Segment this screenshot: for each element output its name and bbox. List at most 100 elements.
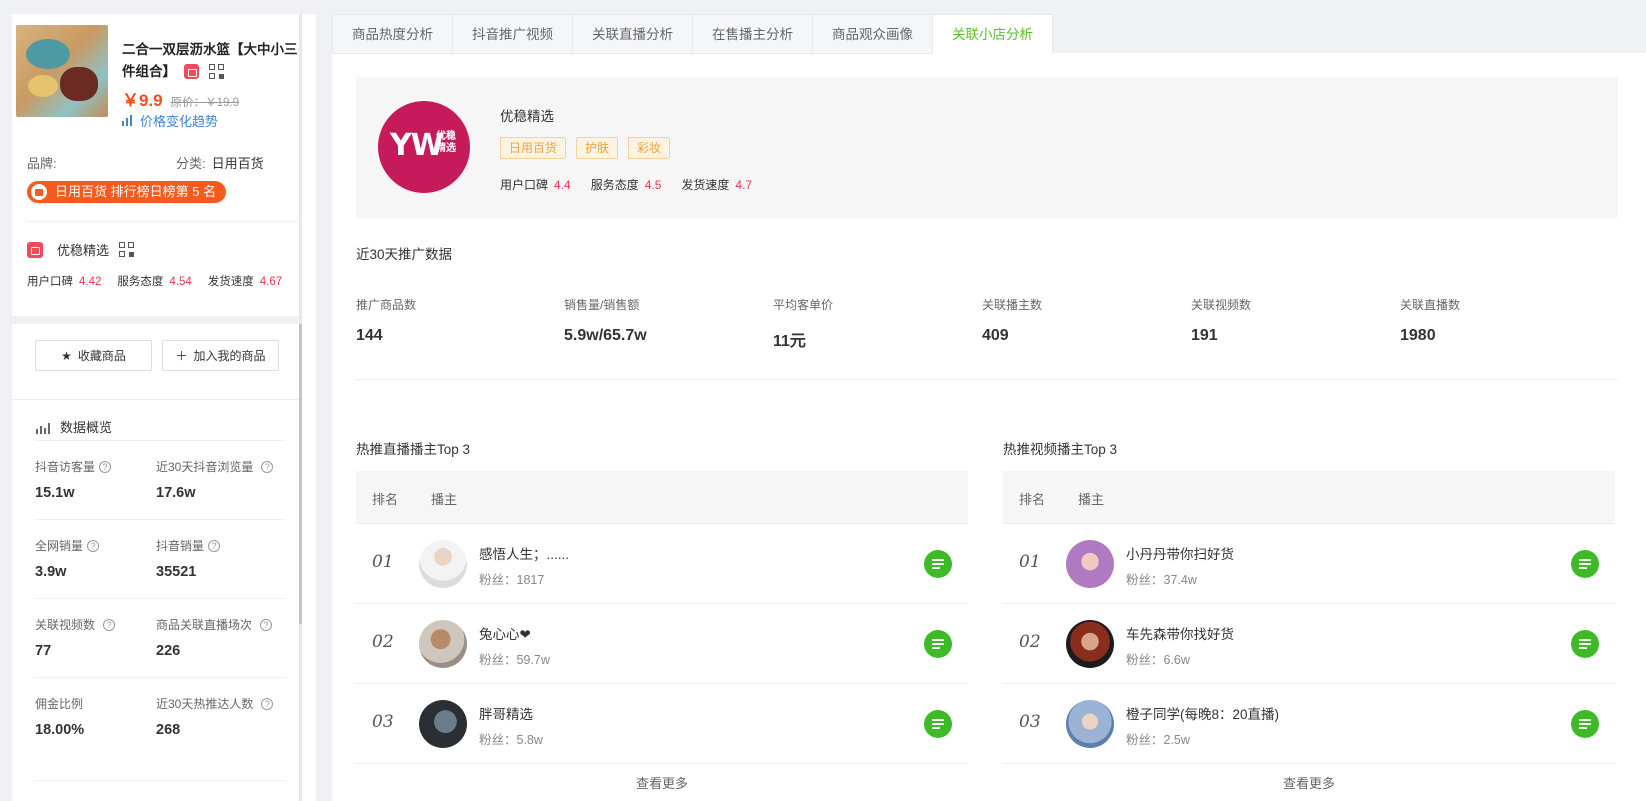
detail-list-icon[interactable] <box>1571 630 1599 658</box>
shop-logo[interactable]: YW 优稳精选 <box>378 101 470 193</box>
avatar[interactable] <box>1066 620 1114 668</box>
sidebar-scrollbar[interactable] <box>299 14 302 801</box>
sidebar-shop[interactable]: 优稳精选 <box>27 240 135 259</box>
section-separator <box>12 316 299 324</box>
detail-list-icon[interactable] <box>924 630 952 658</box>
host-name[interactable]: 兔心心❤ <box>479 623 531 643</box>
favorite-label[interactable]: 收藏商品 <box>78 347 126 364</box>
metric-label: 关联播主数 <box>982 298 1043 312</box>
price-trend-label[interactable]: 价格变化趋势 <box>140 111 218 130</box>
score-item: 服务态度 4.54 <box>117 273 191 289</box>
tab-audience-profile[interactable]: 商品观众画像 <box>812 14 932 54</box>
product-image[interactable] <box>16 25 108 117</box>
tab-shop-analysis[interactable]: 关联小店分析 <box>932 14 1053 54</box>
metric-value: 191 <box>1191 327 1218 344</box>
host-name[interactable]: 车先森带你找好货 <box>1126 623 1234 643</box>
divider <box>12 399 299 400</box>
host-fans: 粉丝：1817 <box>479 573 545 587</box>
col-rank: 排名 <box>1019 492 1046 507</box>
detail-list-icon[interactable] <box>1571 550 1599 578</box>
tab-product-heat[interactable]: 商品热度分析 <box>332 14 452 54</box>
tab-douyin-videos[interactable]: 抖音推广视频 <box>452 14 572 54</box>
avatar[interactable] <box>419 540 467 588</box>
tab-live-analysis[interactable]: 关联直播分析 <box>572 14 692 54</box>
detail-list-icon[interactable] <box>924 710 952 738</box>
view-more-link[interactable]: 查看更多 <box>356 764 968 801</box>
price-trend-link[interactable]: 价格变化趋势 <box>122 111 218 130</box>
help-icon[interactable]: ? <box>261 460 274 473</box>
stat-label: 关联视频数 <box>35 618 96 632</box>
promo-section-title: 近30天推广数据 <box>356 247 453 262</box>
table-row[interactable]: 03 橙子同学(每晚8：20直播) 粉丝：2.5w <box>1003 684 1615 764</box>
host-fans: 粉丝：2.5w <box>1126 733 1190 747</box>
metric-lives: 关联直播数 1980 <box>1400 296 1460 345</box>
metric-value: 144 <box>356 327 383 344</box>
avatar[interactable] <box>419 620 467 668</box>
host-name[interactable]: 小丹丹带你扫好货 <box>1126 543 1234 563</box>
add-my-product-button[interactable]: ＋ 加入我的商品 <box>162 340 279 371</box>
product-title[interactable]: 二合一双层沥水篮【大中小三件组合】 <box>122 39 302 83</box>
table-row[interactable]: 03 胖哥精选 粉丝：5.8w <box>356 684 968 764</box>
tab-sellers-analysis[interactable]: 在售播主分析 <box>692 14 812 54</box>
shop-logo-subtext: 优稳精选 <box>436 131 456 154</box>
scrollbar-thumb[interactable] <box>299 324 302 624</box>
stat-value: 77 <box>35 643 52 659</box>
help-icon[interactable]: ? <box>103 618 116 631</box>
metric-promo-products: 推广商品数 144 <box>356 296 416 345</box>
stat-value: 3.9w <box>35 564 67 580</box>
qr-code-icon[interactable] <box>209 64 224 79</box>
live-hosts-table: 排名 播主 01 感悟人生；...... 粉丝：1817 02 兔心心❤ 粉丝：5… <box>356 471 968 801</box>
help-icon[interactable]: ? <box>99 460 112 473</box>
score-item: 服务态度 4.5 <box>591 176 662 193</box>
host-name[interactable]: 胖哥精选 <box>479 703 533 723</box>
product-sidebar <box>12 14 316 801</box>
avatar[interactable] <box>1066 540 1114 588</box>
stat-value: 18.00% <box>35 722 85 738</box>
help-icon[interactable]: ? <box>208 539 221 552</box>
category-label: 分类: <box>176 156 206 171</box>
metric-videos: 关联视频数 191 <box>1191 296 1251 345</box>
divider <box>35 519 285 520</box>
table-row[interactable]: 02 兔心心❤ 粉丝：59.7w <box>356 604 968 684</box>
shop-tag: 彩妆 <box>628 137 671 159</box>
help-icon[interactable]: ? <box>87 539 100 552</box>
help-icon[interactable]: ? <box>261 697 274 710</box>
host-fans: 粉丝：59.7w <box>479 653 550 667</box>
table-row[interactable]: 01 小丹丹带你扫好货 粉丝：37.4w <box>1003 524 1615 604</box>
rank-number: 02 <box>1019 632 1041 652</box>
shop-tag: 日用百货 <box>500 137 567 159</box>
rank-badge[interactable]: 日用百货 排行榜日榜第 5 名 <box>27 181 227 203</box>
add-label[interactable]: 加入我的商品 <box>194 347 266 364</box>
score-value: 4.67 <box>259 276 283 288</box>
avatar[interactable] <box>419 700 467 748</box>
sidebar-shop-name[interactable]: 优稳精选 <box>57 240 109 259</box>
detail-list-icon[interactable] <box>924 550 952 578</box>
host-name[interactable]: 感悟人生；...... <box>479 543 569 563</box>
divider <box>26 221 298 222</box>
view-more-link[interactable]: 查看更多 <box>1003 764 1615 801</box>
qr-code-icon[interactable] <box>119 242 135 257</box>
original-price: 原价：￥19.9 <box>170 97 240 109</box>
score-value: 4.7 <box>735 178 753 192</box>
avatar[interactable] <box>1066 700 1114 748</box>
host-name[interactable]: 橙子同学(每晚8：20直播) <box>1126 703 1279 723</box>
shop-name[interactable]: 优稳精选 <box>500 105 554 125</box>
score-item: 发货速度 4.7 <box>681 176 752 193</box>
help-icon[interactable]: ? <box>260 618 273 631</box>
favorite-product-button[interactable]: ★ 收藏商品 <box>35 340 152 371</box>
rank-badge-text[interactable]: 日用百货 排行榜日榜第 5 名 <box>55 184 216 199</box>
divider <box>35 440 285 441</box>
stat-label: 商品关联直播场次 <box>156 618 253 632</box>
table-row[interactable]: 01 感悟人生；...... 粉丝：1817 <box>356 524 968 604</box>
table-row[interactable]: 02 车先森带你找好货 粉丝：6.6w <box>1003 604 1615 684</box>
detail-list-icon[interactable] <box>1571 710 1599 738</box>
shop-tag: 护肤 <box>576 137 619 159</box>
score-value: 4.4 <box>554 178 571 192</box>
metric-sales: 销售量/销售额 5.9w/65.7w <box>564 296 647 345</box>
stat-30d-views: 近30天抖音浏览量? 17.6w <box>156 458 274 501</box>
score-value: 4.42 <box>79 276 102 288</box>
stat-label: 全网销量 <box>35 539 84 553</box>
star-icon: ★ <box>61 348 72 363</box>
shop-bag-icon[interactable] <box>184 64 199 79</box>
overview-title: 数据概览 <box>35 417 112 436</box>
